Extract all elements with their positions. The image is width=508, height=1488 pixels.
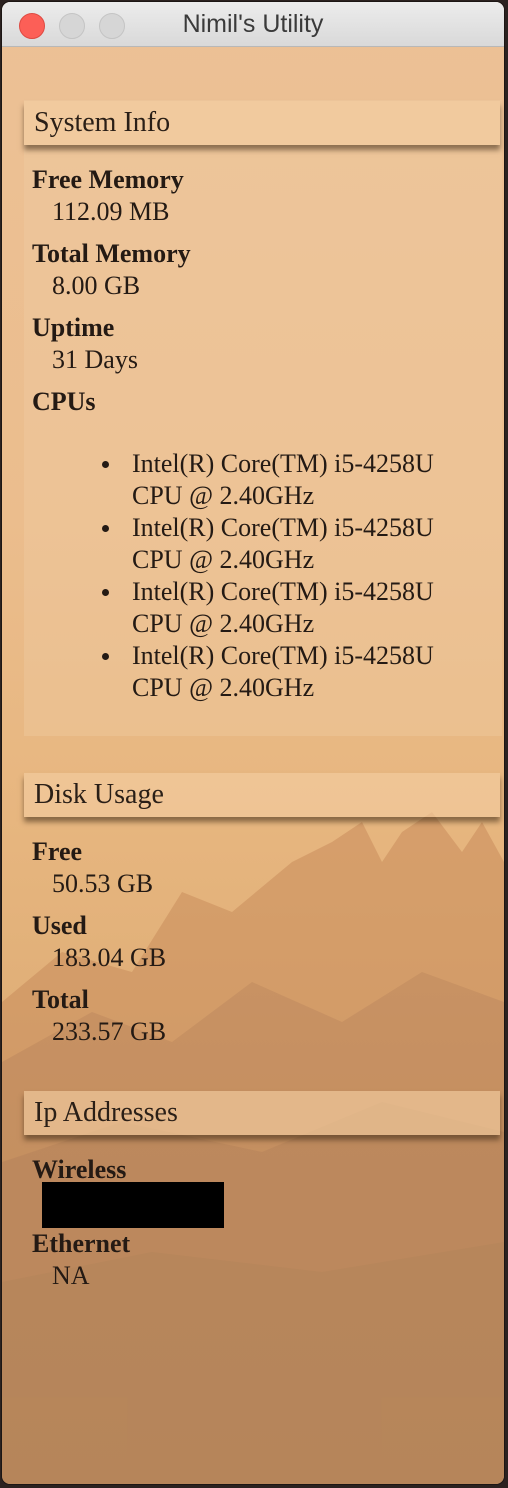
free-memory-label: Free Memory bbox=[32, 165, 184, 194]
cpu-model: Intel(R) Core(TM) i5-4258U bbox=[132, 577, 434, 606]
cpu-list-item: Intel(R) Core(TM) i5-4258U CPU @ 2.40GHz bbox=[94, 576, 474, 640]
cpu-speed: CPU @ 2.40GHz bbox=[132, 481, 315, 510]
cpu-list-item: Intel(R) Core(TM) i5-4258U CPU @ 2.40GHz bbox=[94, 512, 474, 576]
disk-free-label: Free bbox=[32, 837, 83, 866]
system-info-header: System Info bbox=[24, 101, 500, 145]
ethernet-value: NA bbox=[52, 1261, 90, 1290]
disk-usage-header: Disk Usage bbox=[24, 773, 500, 817]
disk-used-label: Used bbox=[32, 911, 87, 940]
ethernet-label: Ethernet bbox=[32, 1229, 131, 1258]
title-bar[interactable]: Nimil's Utility bbox=[2, 2, 504, 47]
window-title: Nimil's Utility bbox=[182, 10, 324, 38]
bullet-icon bbox=[102, 589, 109, 596]
cpu-model: Intel(R) Core(TM) i5-4258U bbox=[132, 641, 434, 670]
free-memory-value: 112.09 MB bbox=[52, 197, 170, 226]
bullet-icon bbox=[102, 461, 109, 468]
desktop-background-mountains bbox=[2, 812, 504, 1484]
bullet-icon bbox=[102, 525, 109, 532]
wireless-label: Wireless bbox=[32, 1155, 127, 1184]
cpu-model: Intel(R) Core(TM) i5-4258U bbox=[132, 449, 434, 478]
cpu-speed: CPU @ 2.40GHz bbox=[132, 545, 315, 574]
uptime-value: 31 Days bbox=[52, 345, 138, 374]
disk-total-label: Total bbox=[32, 985, 89, 1014]
redacted-wireless-address bbox=[42, 1182, 224, 1228]
uptime-label: Uptime bbox=[32, 313, 115, 342]
cpu-list-item: Intel(R) Core(TM) i5-4258U CPU @ 2.40GHz bbox=[94, 448, 474, 512]
cpus-label: CPUs bbox=[32, 387, 96, 416]
cpu-model: Intel(R) Core(TM) i5-4258U bbox=[132, 513, 434, 542]
disk-used-value: 183.04 GB bbox=[52, 943, 167, 972]
bullet-icon bbox=[102, 653, 109, 660]
total-memory-value: 8.00 GB bbox=[52, 271, 141, 300]
app-window: Nimil's Utility System Info Free Memory … bbox=[2, 2, 504, 1484]
disk-free-value: 50.53 GB bbox=[52, 869, 154, 898]
total-memory-label: Total Memory bbox=[32, 239, 191, 268]
cpu-list: Intel(R) Core(TM) i5-4258U CPU @ 2.40GHz… bbox=[94, 448, 474, 704]
ip-addresses-header: Ip Addresses bbox=[24, 1091, 500, 1135]
cpu-speed: CPU @ 2.40GHz bbox=[132, 609, 315, 638]
disk-total-value: 233.57 GB bbox=[52, 1017, 167, 1046]
cpu-speed: CPU @ 2.40GHz bbox=[132, 673, 315, 702]
cpu-list-item: Intel(R) Core(TM) i5-4258U CPU @ 2.40GHz bbox=[94, 640, 474, 704]
